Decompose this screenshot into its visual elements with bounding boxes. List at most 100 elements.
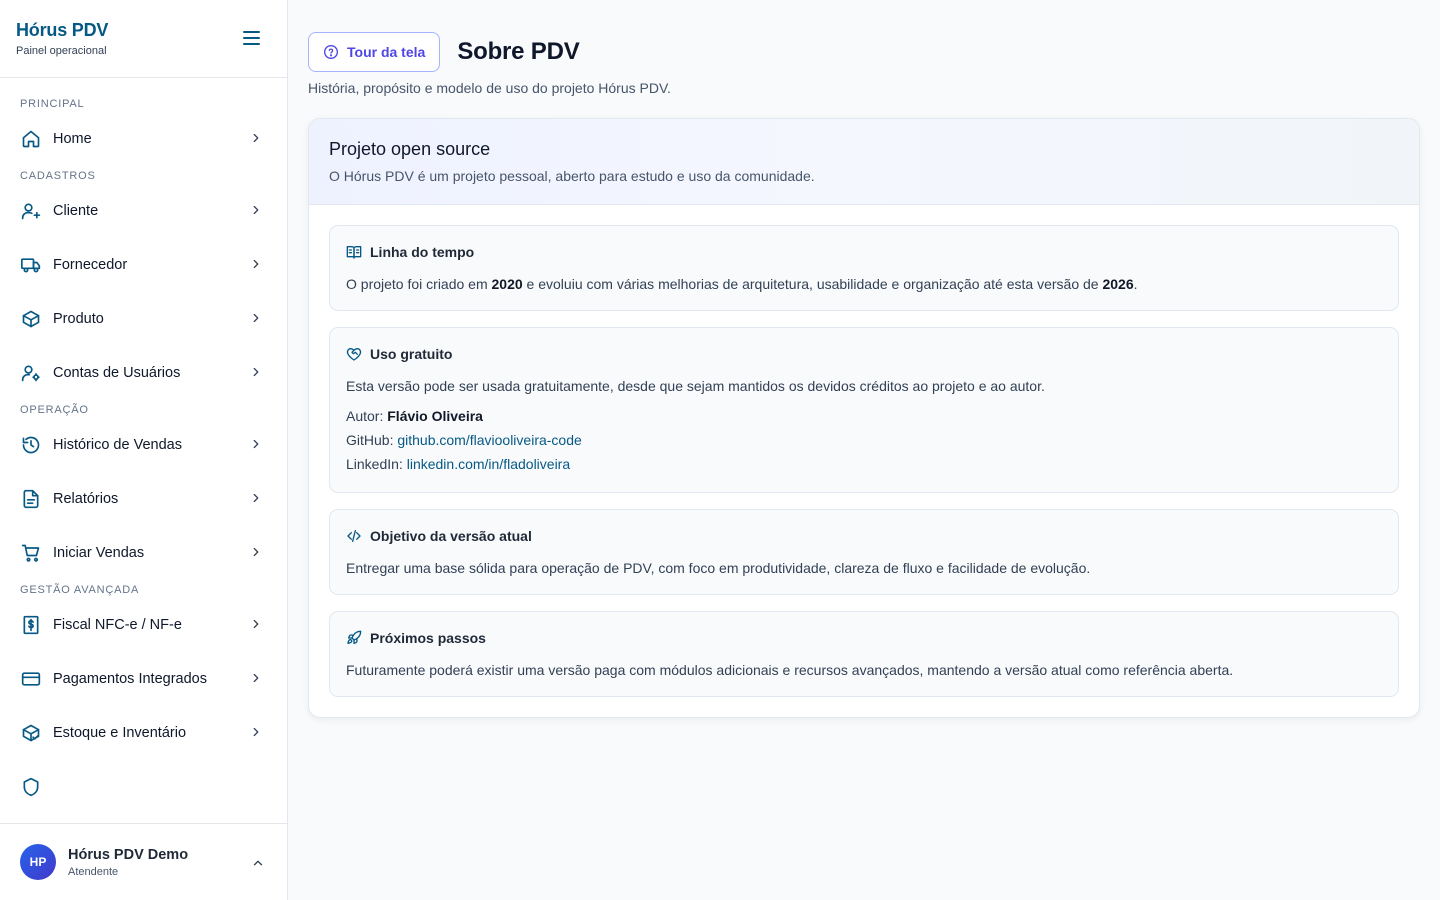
file-text-icon	[20, 488, 42, 510]
timeline-block: Linha do tempo O projeto foi criado em 2…	[329, 225, 1399, 311]
receipt-dollar-icon	[20, 614, 42, 636]
history-icon	[20, 434, 42, 456]
next-steps-block: Próximos passos Futuramente poderá exist…	[329, 611, 1399, 697]
goal-text: Entregar uma base sólida para operação d…	[346, 560, 1091, 576]
sidebar-item-iniciar-vendas[interactable]: Iniciar Vendas	[0, 526, 287, 580]
sidebar-item-label: Fornecedor	[53, 257, 128, 273]
goal-title: Objetivo da versão atual	[370, 528, 532, 544]
card-body: Linha do tempo O projeto foi criado em 2…	[309, 205, 1419, 717]
section-title-gestao-avancada: GESTÃO AVANÇADA	[20, 584, 140, 596]
chevron-right-icon	[253, 439, 259, 449]
user-cog-icon	[20, 362, 42, 384]
chevron-right-icon	[253, 205, 259, 215]
main-content: Tour da tela Sobre PDV História, propósi…	[288, 0, 1440, 900]
heart-handshake-icon	[346, 346, 362, 362]
package-check-icon	[20, 722, 42, 744]
avatar: HP	[20, 844, 56, 880]
tour-button[interactable]: Tour da tela	[308, 32, 441, 72]
sidebar-item-label: Histórico de Vendas	[53, 437, 182, 453]
github-label: GitHub:	[346, 432, 398, 448]
free-use-text: Esta versão pode ser usada gratuitamente…	[346, 378, 1045, 394]
sidebar-item-produto[interactable]: Produto	[0, 292, 287, 346]
timeline-year-start: 2020	[491, 276, 523, 292]
hamburger-menu-icon	[243, 31, 260, 45]
user-info: Hórus PDV Demo Atendente	[68, 847, 188, 878]
rocket-icon	[346, 630, 362, 646]
brand-subtitle: Painel operacional	[16, 45, 107, 57]
user-role: Atendente	[68, 865, 119, 878]
about-card: Projeto open source O Hórus PDV é um pro…	[308, 118, 1420, 718]
sidebar-item-label: Produto	[53, 311, 104, 327]
timeline-text-before: O projeto foi criado em	[346, 276, 492, 292]
truck-icon	[20, 254, 42, 276]
timeline-text-after: .	[1133, 276, 1138, 292]
github-link[interactable]: github.com/flaviooliveira-code	[397, 432, 581, 448]
github-line: GitHub: github.com/flaviooliveira-code	[346, 428, 1382, 452]
sidebar-item-cliente[interactable]: Cliente	[0, 184, 287, 238]
chevron-right-icon	[253, 367, 259, 377]
next-steps-text: Futuramente poderá existir uma versão pa…	[346, 662, 1234, 678]
menu-toggle-button[interactable]	[241, 28, 263, 48]
sidebar-item-historico-vendas[interactable]: Histórico de Vendas	[0, 418, 287, 472]
card-subtitle: O Hórus PDV é um projeto pessoal, aberto…	[329, 168, 815, 184]
chevron-right-icon	[253, 547, 259, 557]
credit-card-icon	[20, 668, 42, 690]
sidebar-item-label: Pagamentos Integrados	[53, 671, 207, 687]
sidebar-item-estoque[interactable]: Estoque e Inventário	[0, 706, 287, 760]
sidebar-item-relatorios[interactable]: Relatórios	[0, 472, 287, 526]
sidebar-item-partial[interactable]	[0, 760, 287, 814]
sidebar: Hórus PDV Painel operacional PRINCIPAL H…	[0, 0, 288, 900]
sidebar-item-fiscal[interactable]: Fiscal NFC-e / NF-e	[0, 598, 287, 652]
chevron-right-icon	[253, 133, 259, 143]
chevron-right-icon	[253, 727, 259, 737]
next-steps-title: Próximos passos	[370, 630, 486, 646]
user-plus-icon	[20, 200, 42, 222]
brand-header: Hórus PDV Painel operacional	[0, 0, 287, 78]
section-title-operacao: OPERAÇÃO	[20, 404, 89, 416]
goal-block: Objetivo da versão atual Entregar uma ba…	[329, 509, 1399, 595]
card-title: Projeto open source	[329, 139, 491, 159]
chevron-right-icon	[253, 313, 259, 323]
linkedin-line: LinkedIn: linkedin.com/in/fladoliveira	[346, 452, 1382, 476]
shield-icon	[20, 776, 42, 798]
sidebar-item-label: Fiscal NFC-e / NF-e	[53, 617, 182, 633]
card-header: Projeto open source O Hórus PDV é um pro…	[309, 119, 1419, 205]
timeline-year-end: 2026	[1102, 276, 1134, 292]
chevron-right-icon	[253, 619, 259, 629]
sidebar-nav: PRINCIPAL Home CADASTROS Cliente Fornece…	[0, 78, 287, 823]
cart-icon	[20, 542, 42, 564]
sidebar-item-label: Contas de Usuários	[53, 365, 181, 381]
book-open-icon	[346, 244, 362, 260]
tour-button-label: Tour da tela	[347, 44, 426, 60]
brand-title: Hórus PDV	[16, 20, 109, 40]
page-title: Sobre PDV	[457, 38, 580, 65]
sidebar-item-label: Relatórios	[53, 491, 119, 507]
linkedin-link[interactable]: linkedin.com/in/fladoliveira	[407, 456, 570, 472]
home-icon	[20, 128, 42, 150]
sidebar-item-label: Cliente	[53, 203, 99, 219]
author-name: Flávio Oliveira	[387, 408, 483, 424]
timeline-text: O projeto foi criado em 2020 e evoluiu c…	[346, 274, 1382, 294]
section-title-cadastros: CADASTROS	[20, 170, 96, 182]
free-use-title: Uso gratuito	[370, 346, 453, 362]
sidebar-item-fornecedor[interactable]: Fornecedor	[0, 238, 287, 292]
sidebar-item-home[interactable]: Home	[0, 112, 287, 166]
author-label: Autor:	[346, 408, 388, 424]
linkedin-label: LinkedIn:	[346, 456, 407, 472]
help-circle-icon	[324, 45, 338, 59]
user-name: Hórus PDV Demo	[68, 846, 189, 863]
timeline-text-middle: e evoluiu com várias melhorias de arquit…	[522, 276, 1103, 292]
sidebar-item-label: Home	[53, 131, 92, 147]
code-icon	[346, 528, 362, 544]
sidebar-item-pagamentos[interactable]: Pagamentos Integrados	[0, 652, 287, 706]
timeline-title: Linha do tempo	[370, 244, 475, 260]
author-line: Autor: Flávio Oliveira	[346, 404, 1382, 428]
package-icon	[20, 308, 42, 330]
page-subtitle: História, propósito e modelo de uso do p…	[308, 80, 671, 96]
chevron-right-icon	[253, 259, 259, 269]
free-use-block: Uso gratuito Esta versão pode ser usada …	[329, 327, 1399, 493]
user-profile[interactable]: HP Hórus PDV Demo Atendente	[0, 823, 287, 900]
chevron-up-icon[interactable]	[251, 856, 265, 870]
sidebar-item-contas-usuarios[interactable]: Contas de Usuários	[0, 346, 287, 400]
sidebar-item-label: Estoque e Inventário	[53, 725, 187, 741]
